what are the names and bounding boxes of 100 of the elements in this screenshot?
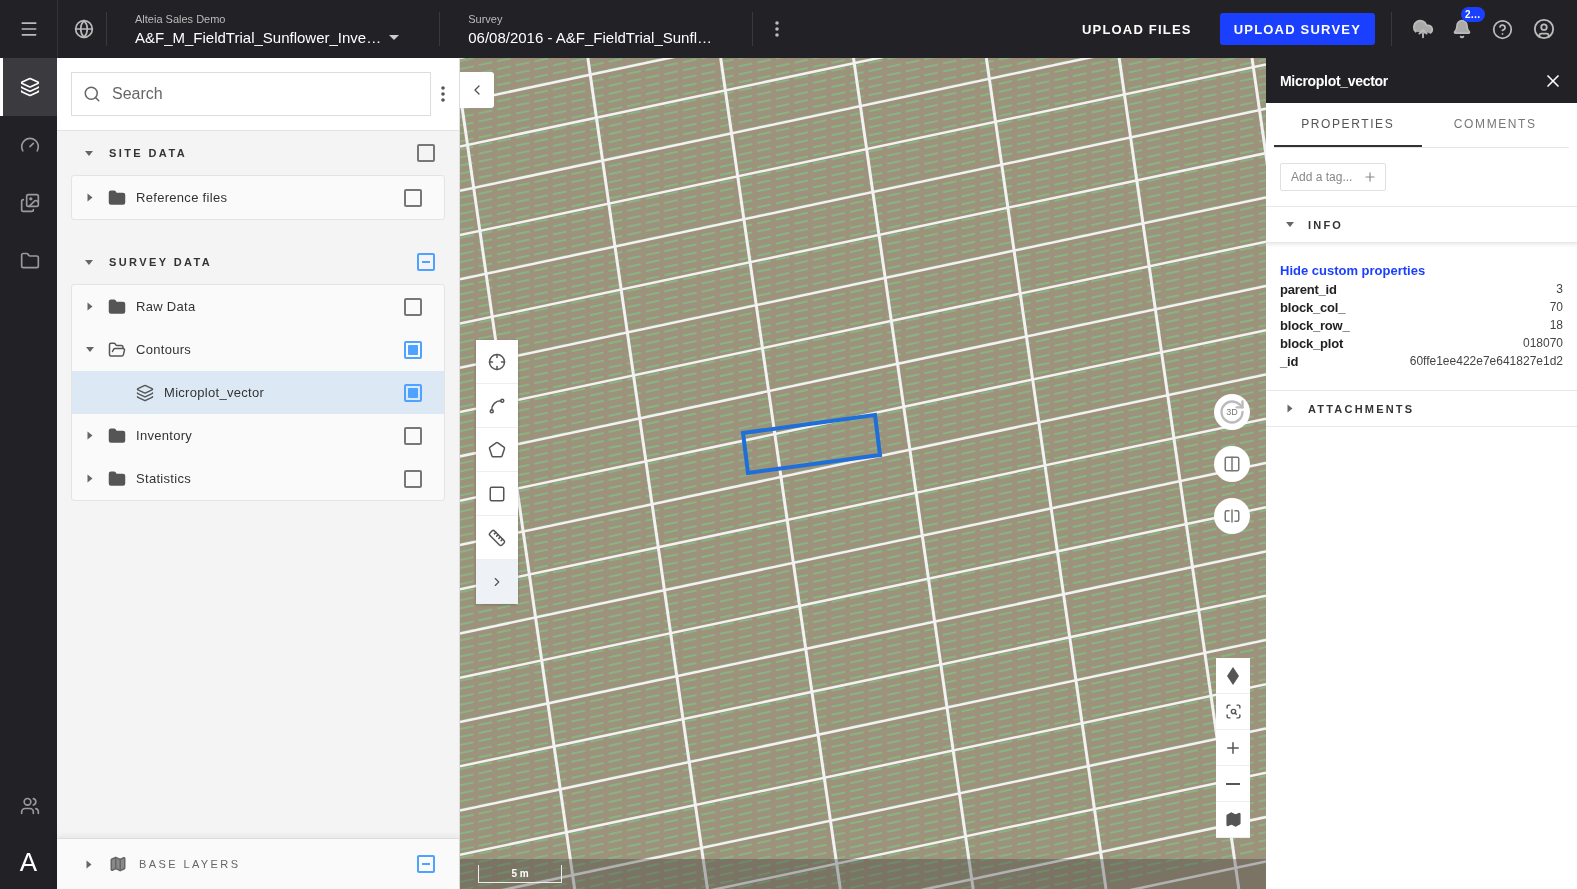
rotate-icon [1218, 398, 1246, 426]
expand-caret-icon[interactable] [86, 347, 94, 352]
minus-icon [1226, 782, 1240, 785]
app-logo: A [18, 845, 39, 879]
checkbox[interactable] [404, 426, 422, 445]
help-icon [1492, 18, 1513, 40]
property-value: 3 [1556, 282, 1563, 296]
folder-icon [108, 426, 126, 445]
project-dropdown[interactable]: A&F_M_FieldTrial_Sunflower_Inve… [135, 28, 400, 46]
images-icon [20, 193, 40, 213]
property-name: block_row_ [1280, 317, 1350, 333]
survey-label: Survey [468, 12, 504, 25]
checkbox[interactable] [404, 383, 422, 402]
hide-properties-link[interactable]: Hide custom properties [1280, 263, 1426, 278]
bell-icon [1452, 19, 1472, 39]
tree-row[interactable]: Contours [72, 328, 444, 371]
tab[interactable]: COMMENTS [1421, 103, 1569, 147]
rectangle-tool-button[interactable] [476, 472, 518, 516]
map-icon [109, 855, 127, 873]
property-value: 70 [1549, 300, 1563, 314]
expand-caret-icon[interactable] [86, 860, 92, 868]
attachments-section-header[interactable]: ATTACHMENTS [1266, 390, 1577, 427]
more-button[interactable] [441, 86, 445, 102]
tree-row[interactable]: Statistics [72, 457, 444, 500]
upload-files-button[interactable]: UPLOAD FILES [1067, 13, 1206, 45]
info-section-header[interactable]: INFO [1266, 206, 1577, 243]
more-button[interactable] [774, 21, 779, 37]
folder-icon [20, 251, 40, 271]
folder-icon [108, 297, 126, 316]
columns-icon [1223, 455, 1241, 473]
expand-caret-icon[interactable] [87, 193, 93, 202]
selected-plot-outline[interactable] [740, 412, 883, 476]
more-icon [774, 21, 779, 37]
tree-label: Raw Data [136, 299, 197, 314]
checkbox[interactable] [404, 340, 422, 359]
layers-nav-button[interactable] [0, 58, 57, 116]
property-value: 18 [1549, 318, 1563, 332]
checkbox[interactable] [417, 855, 435, 873]
pentagon-icon [488, 440, 506, 459]
measure-tool-button[interactable] [476, 516, 518, 560]
folder-icon [108, 188, 126, 207]
tab[interactable]: PROPERTIES [1274, 103, 1422, 147]
expand-caret-icon[interactable] [85, 259, 93, 265]
section-title: BASE LAYERS [139, 858, 242, 870]
users-icon [20, 796, 40, 816]
tree-label: Contours [136, 342, 193, 357]
expand-caret-icon[interactable] [1287, 404, 1293, 413]
tree-row[interactable]: Raw Data [72, 285, 444, 328]
crosshair-icon [488, 352, 506, 371]
compass-button[interactable] [1216, 658, 1250, 694]
upload-survey-button[interactable]: UPLOAD SURVEY [1219, 13, 1375, 45]
property-name: parent_id [1280, 281, 1337, 297]
tree-label: Reference files [136, 190, 229, 205]
gauge-icon [20, 135, 40, 155]
checkbox[interactable] [404, 469, 422, 488]
section-title: SURVEY DATA [109, 256, 214, 268]
more-icon [441, 86, 445, 102]
tree-row[interactable]: Inventory [72, 414, 444, 457]
map-icon [1224, 811, 1242, 828]
checkbox[interactable] [404, 188, 422, 207]
expand-caret-icon[interactable] [87, 474, 93, 483]
search-icon [83, 85, 101, 103]
project-label: Alteia Sales Demo [135, 12, 227, 25]
expand-caret-icon[interactable] [1286, 222, 1294, 227]
property-name: block_plot [1280, 335, 1343, 351]
scan-search-icon [1224, 703, 1242, 720]
point-tool-button[interactable] [476, 340, 518, 384]
checkbox[interactable] [417, 253, 435, 271]
search-field[interactable]: Search [71, 72, 431, 116]
tag-input-field[interactable]: Add a tag... [1280, 163, 1386, 191]
layers-icon [136, 383, 154, 402]
globe-icon [74, 19, 94, 39]
survey-selector[interactable]: 06/08/2016 - A&F_FieldTrial_Sunfl… [468, 28, 712, 46]
cloud-upload-icon [1412, 18, 1434, 40]
section-title: SITE DATA [109, 147, 189, 159]
section-title: INFO [1308, 218, 1344, 231]
folder-icon [108, 469, 126, 488]
expand-caret-icon[interactable] [87, 431, 93, 440]
globe-button[interactable] [74, 19, 94, 39]
notification-badge: 2… [1461, 7, 1485, 22]
notifications-button[interactable] [1452, 19, 1472, 39]
tree-row[interactable]: Microplot_vector [72, 371, 444, 414]
checkbox[interactable] [417, 144, 435, 162]
expand-caret-icon[interactable] [87, 302, 93, 311]
cloud-upload-button[interactable] [1412, 18, 1434, 40]
checkbox[interactable] [404, 297, 422, 316]
line-tool-button[interactable] [476, 384, 518, 428]
tree-label: Inventory [136, 428, 194, 443]
tree-label: Statistics [136, 471, 192, 486]
tree-label: Microplot_vector [164, 385, 266, 400]
panel-title: Microplot_vector [1280, 72, 1388, 89]
caret-icon [389, 34, 400, 40]
polygon-tool-button[interactable] [476, 428, 518, 472]
section-title: ATTACHMENTS [1308, 402, 1415, 415]
expand-caret-icon[interactable] [85, 150, 93, 156]
tree-row[interactable]: Reference files [72, 176, 444, 219]
help-button[interactable] [1492, 18, 1513, 40]
property-value: 018070 [1522, 336, 1563, 350]
folder-icon [108, 340, 126, 359]
account-button[interactable] [1533, 18, 1555, 40]
